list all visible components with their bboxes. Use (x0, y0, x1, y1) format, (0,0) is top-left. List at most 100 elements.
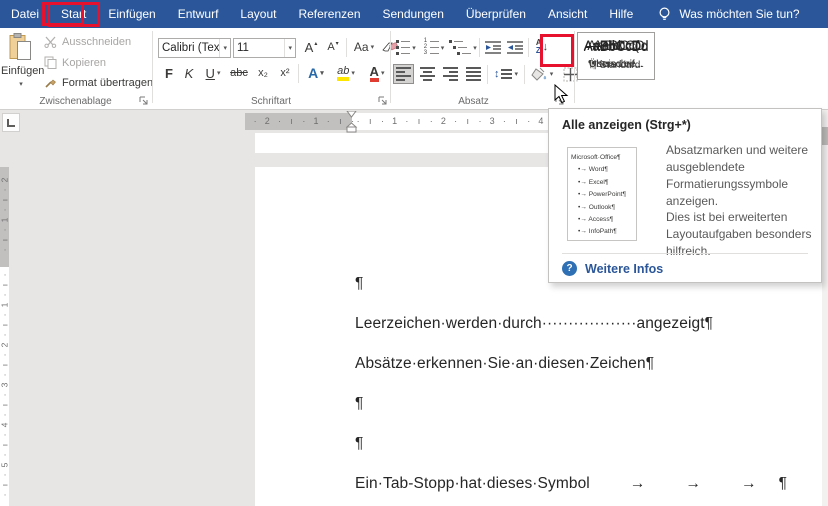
shading-button[interactable]: ▾ (528, 64, 556, 84)
tab-stop-icon (7, 119, 15, 127)
format-painter-icon (44, 76, 57, 89)
highlight-glyph: ab (337, 66, 349, 81)
vertical-ruler[interactable]: 2·ı·1·ı· ·ı·1·ı·2·ı·3·ı·4·ı·5·ı· (0, 167, 9, 506)
mouse-cursor (554, 84, 570, 106)
change-case-button[interactable]: Aa▾ (351, 37, 377, 57)
font-size-combo[interactable]: 11 ▾ (233, 38, 296, 58)
font-name-dropdown-arrow[interactable]: ▾ (219, 39, 227, 57)
scrollbar-thumb[interactable] (822, 127, 828, 145)
align-left-button[interactable] (393, 64, 414, 84)
underline-button[interactable]: U▾ (201, 63, 225, 83)
small-separator (487, 65, 488, 84)
ribbon-tab[interactable]: Referenzen (287, 0, 371, 28)
tell-me-label: Was möchten Sie tun? (679, 7, 799, 21)
mini-doc-line: •→ Word¶ (571, 164, 634, 176)
grow-font-label: A (305, 40, 314, 55)
increase-indent-icon (507, 41, 523, 54)
copy-icon (44, 56, 57, 69)
change-case-label: Aa (354, 40, 369, 54)
decrease-indent-button[interactable] (483, 38, 503, 57)
paragraph: Leerzeichen·werden·durch················… (355, 304, 787, 344)
small-separator (528, 38, 529, 57)
line-spacing-dropdown-arrow[interactable]: ▾ (514, 70, 518, 78)
font-size-dropdown-arrow[interactable]: ▾ (284, 39, 292, 57)
bullets-dropdown-arrow[interactable]: ▾ (412, 44, 416, 52)
multilevel-list-button[interactable]: ▾ (449, 38, 477, 57)
font-name-value: Calibri (Textk (162, 42, 219, 54)
cut-button[interactable]: Ausschneiden (44, 36, 131, 48)
sort-button[interactable]: AZ ↓ (531, 36, 553, 58)
justify-button[interactable] (463, 64, 484, 84)
paragraph: Absätze·erkennen·Sie·an·diesen·Zeichen¶ (355, 344, 787, 384)
tell-me-search[interactable]: Was möchten Sie tun? (658, 7, 799, 22)
increase-indent-button[interactable] (505, 38, 525, 57)
italic-button[interactable]: K (181, 63, 197, 83)
document-text[interactable]: ¶ Leerzeichen·werden·durch··············… (355, 264, 787, 504)
text-segment: → (685, 475, 701, 493)
bold-button[interactable]: F (161, 63, 177, 83)
tooltip-mini-document: Microsoft·Office¶•→ Word¶•→ Excel¶•→ Pow… (567, 147, 637, 241)
clipboard-dialog-launcher-icon[interactable] (138, 95, 149, 106)
strikethrough-button[interactable]: abc (227, 63, 251, 83)
font-name-combo[interactable]: Calibri (Textk ▾ (158, 38, 231, 58)
text-effects-dropdown-arrow[interactable]: ▾ (320, 69, 324, 77)
ribbon-tab[interactable]: Überprüfen (455, 0, 537, 28)
text-effects-button[interactable]: A▾ (303, 63, 329, 83)
weitere-infos-link[interactable]: Weitere Infos (585, 262, 663, 276)
ribbon-tab[interactable]: Sendungen (372, 0, 455, 28)
align-center-button[interactable] (417, 64, 438, 84)
indent-markers-icon[interactable] (345, 111, 358, 133)
paragraph: ¶ (355, 424, 787, 464)
format-painter-button[interactable]: Format übertragen (44, 76, 153, 89)
font-color-button[interactable]: A ▾ (363, 63, 391, 83)
ribbon-tab[interactable]: Hilfe (598, 0, 644, 28)
paste-dropdown-arrow[interactable]: ▾ (3, 80, 39, 88)
numbering-dropdown-arrow[interactable]: ▾ (441, 44, 445, 52)
clipboard-group: Einfügen ▾ Ausschneiden Kopieren Format … (0, 28, 151, 109)
font-dialog-launcher-icon[interactable] (377, 95, 388, 106)
align-left-icon (396, 67, 411, 81)
line-spacing-button[interactable]: ↕ ▾ (491, 64, 521, 84)
subscript-button[interactable]: x₂ (253, 63, 273, 83)
numbering-button[interactable]: 123 ▾ (421, 38, 447, 57)
multilevel-dropdown-arrow[interactable]: ▾ (473, 44, 477, 52)
font-color-dropdown-arrow[interactable]: ▾ (381, 69, 385, 77)
decrease-indent-icon (485, 41, 501, 54)
ribbon-tab[interactable]: Ansicht (537, 0, 598, 28)
paragraph: ¶ (355, 384, 787, 424)
styles-gallery: AaBbCcDd ¶ Standard AaBbCcDd ¶ Kein Lee.… (577, 28, 828, 109)
font-size-value: 11 (237, 42, 249, 54)
shrink-font-button[interactable]: A▾ (323, 37, 343, 57)
ribbon-tab[interactable]: Layout (229, 0, 287, 28)
align-right-button[interactable] (440, 64, 461, 84)
text-segment: ¶ (355, 275, 363, 293)
highlight-dropdown-arrow[interactable]: ▾ (351, 69, 355, 77)
bullets-button[interactable]: ▾ (393, 38, 419, 57)
justify-icon (466, 67, 481, 81)
bold-label: F (165, 66, 173, 81)
ribbon-tab[interactable]: Datei (0, 0, 50, 28)
small-separator (524, 65, 525, 84)
ruler-margin-marks: ·2·ı·1·ı· (249, 113, 359, 130)
tooltip-description-1: Absatzmarken und weitere ausgeblendete F… (666, 142, 818, 210)
style-item[interactable]: AaBbCcD Überschrif... (577, 32, 655, 80)
ribbon-tab[interactable]: Entwurf (167, 0, 230, 28)
cut-label: Ausschneiden (62, 36, 131, 48)
group-separator (574, 31, 575, 103)
ribbon: Einfügen ▾ Ausschneiden Kopieren Format … (0, 28, 828, 110)
superscript-button[interactable]: x² (275, 63, 295, 83)
copy-button[interactable]: Kopieren (44, 56, 106, 69)
highlight-color-button[interactable]: ab ▾ (331, 63, 361, 83)
ribbon-tab[interactable]: Start (50, 0, 97, 28)
paste-button[interactable]: Einfügen ▾ (1, 33, 39, 93)
shading-dropdown-arrow[interactable]: ▾ (550, 70, 554, 78)
grow-font-button[interactable]: A▴ (301, 37, 321, 57)
vertical-scrollbar[interactable] (822, 110, 828, 506)
underline-dropdown-arrow[interactable]: ▾ (217, 69, 221, 77)
italic-label: K (185, 66, 194, 81)
numbered-list-icon: 123 (424, 40, 439, 55)
ribbon-tab[interactable]: Einfügen (97, 0, 166, 28)
strikethrough-label: abc (230, 67, 248, 79)
clipboard-group-label: Zwischenablage (0, 96, 151, 107)
tab-selector[interactable] (2, 113, 20, 132)
